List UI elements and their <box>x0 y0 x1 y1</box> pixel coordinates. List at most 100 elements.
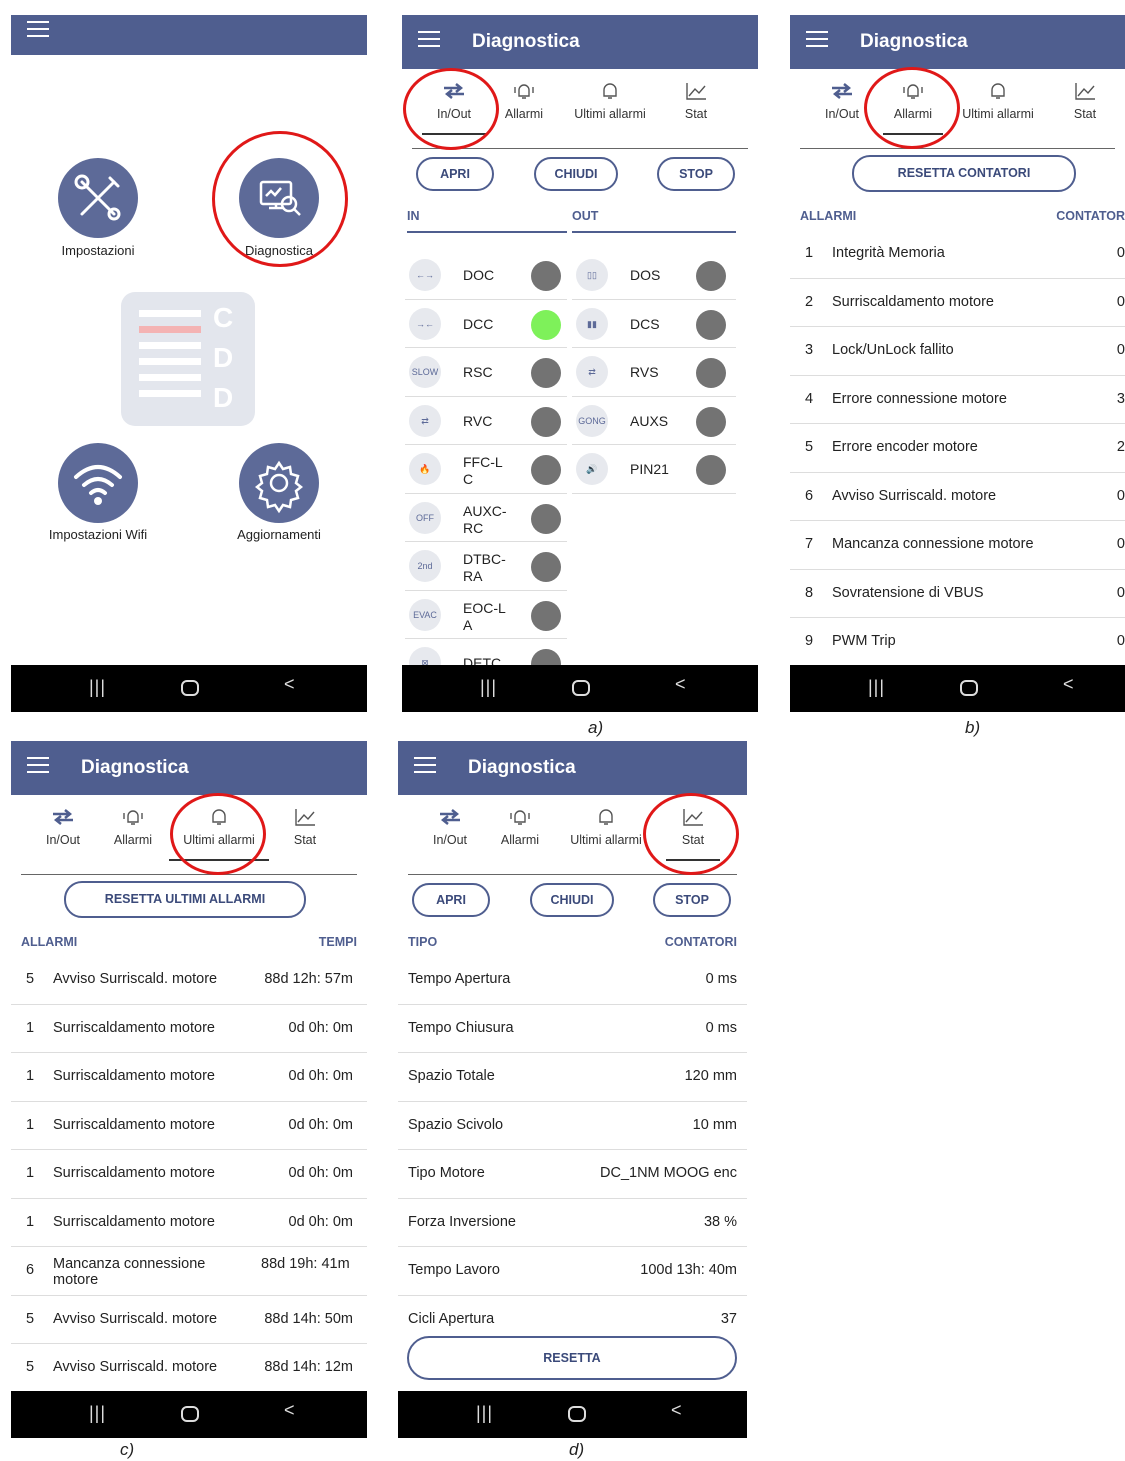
highlight-circle-ultimi <box>170 793 266 875</box>
chiudi-button[interactable]: CHIUDI <box>534 157 618 191</box>
evacuation-icon: EVAC <box>409 598 441 631</box>
list-item: Spazio Scivolo 10 mm <box>398 1102 747 1150</box>
input-dtbc: 2nd DTBC-RA <box>405 542 567 591</box>
status-led <box>696 455 726 485</box>
gear-icon <box>254 460 304 514</box>
line-chart-icon <box>686 83 706 100</box>
tab-inout[interactable]: In/Out <box>33 807 93 847</box>
appbar: Diagnostica <box>11 741 367 795</box>
input-doc: ←→ DOC <box>405 251 567 300</box>
status-led <box>696 358 726 388</box>
list-item: Forza Inversione 38 % <box>398 1199 747 1247</box>
input-dcc: →← DCC <box>405 300 567 348</box>
output-rvs: ⇄ RVS <box>572 348 736 397</box>
tab-stat[interactable]: Stat <box>282 807 328 847</box>
tab-ultimi-allarmi[interactable]: Ultimi allarmi <box>565 81 655 121</box>
list-item: 5 Avviso Surriscald. motore 88d 14h: 50m <box>11 1296 367 1344</box>
back-button[interactable]: < <box>284 674 295 695</box>
system-nav-bar: ||| < <box>402 665 758 712</box>
bell-icon <box>991 83 1005 99</box>
recent-apps-button[interactable]: ||| <box>476 1403 493 1424</box>
home-button[interactable] <box>572 680 590 696</box>
tab-stat[interactable]: Stat <box>672 81 720 121</box>
output-pin21: 🔊 PIN21 <box>572 445 736 494</box>
home-button[interactable] <box>181 1406 199 1422</box>
allarmi-column-header: ALLARMI <box>800 209 857 223</box>
list-item: 1 Surriscaldamento motore 0d 0h: 0m <box>11 1102 367 1150</box>
tab-ultimi-allarmi[interactable]: Ultimi allarmi <box>561 807 651 847</box>
caption-d: d) <box>569 1440 585 1459</box>
tipo-column-header: TIPO <box>408 935 438 949</box>
resetta-contatori-button[interactable]: RESETTA CONTATORI <box>852 155 1076 192</box>
tab-inout[interactable]: In/Out <box>812 81 872 121</box>
alarm-ringing-icon <box>514 84 534 99</box>
alarm-ringing-icon <box>123 810 143 825</box>
recent-apps-button[interactable]: ||| <box>89 677 106 698</box>
page-title: Diagnostica <box>860 31 968 52</box>
tab-allarmi[interactable]: Allarmi <box>490 807 550 847</box>
door-close-icon: →← <box>409 307 441 340</box>
logo-letter-c: C <box>213 302 234 333</box>
back-button[interactable]: < <box>284 1400 295 1421</box>
stop-button[interactable]: STOP <box>653 883 731 917</box>
tab-divider <box>800 148 1115 149</box>
line-chart-icon <box>295 809 315 826</box>
recent-apps-button[interactable]: ||| <box>868 677 885 698</box>
apri-button[interactable]: APRI <box>412 883 490 917</box>
resetta-ultimi-allarmi-button[interactable]: RESETTA ULTIMI ALLARMI <box>64 881 306 918</box>
back-button[interactable]: < <box>1063 674 1074 695</box>
slow-icon: SLOW <box>409 356 441 388</box>
chiudi-button[interactable]: CHIUDI <box>530 883 614 917</box>
contatori-column-header: CONTATORI <box>664 935 737 949</box>
tab-allarmi[interactable]: Allarmi <box>494 81 554 121</box>
out-column-header: OUT <box>572 209 599 223</box>
highlight-circle-stat <box>643 793 739 875</box>
list-item: 9 PWM Trip 0 <box>790 618 1125 667</box>
input-auxc: OFF AUXC-RC <box>405 494 567 542</box>
home-item-wifi[interactable] <box>58 443 138 523</box>
off-switch-icon: OFF <box>409 501 441 534</box>
tab-stat[interactable]: Stat <box>1062 81 1108 121</box>
recent-apps-button[interactable]: ||| <box>480 677 497 698</box>
hamburger-menu-icon[interactable] <box>414 757 436 777</box>
status-led <box>531 406 561 437</box>
tab-allarmi[interactable]: Allarmi <box>103 807 163 847</box>
logo-letter-d: D <box>213 342 234 373</box>
tab-inout[interactable]: In/Out <box>420 807 480 847</box>
home-item-impostazioni[interactable] <box>58 158 138 238</box>
home-screen: Impostazioni Diagnostica C D D Impostazi… <box>11 15 367 712</box>
list-item: Tipo Motore DC_1NM MOOG enc <box>398 1150 747 1199</box>
apri-button[interactable]: APRI <box>416 157 494 191</box>
hamburger-menu-icon[interactable] <box>27 757 49 777</box>
home-label-impostazioni: Impostazioni <box>61 243 135 258</box>
hamburger-menu-icon[interactable] <box>418 31 440 51</box>
hamburger-menu-icon[interactable] <box>806 31 828 51</box>
list-item: 1 Surriscaldamento motore 0d 0h: 0m <box>11 1199 367 1247</box>
back-button[interactable]: < <box>671 1400 682 1421</box>
stop-button[interactable]: STOP <box>657 157 735 191</box>
bell-icon <box>603 83 617 99</box>
home-label-aggiornamenti: Aggiornamenti <box>237 527 321 542</box>
hamburger-menu-icon[interactable] <box>27 21 49 41</box>
back-button[interactable]: < <box>675 674 686 695</box>
resetta-button[interactable]: RESETTA <box>407 1336 737 1380</box>
status-led <box>531 358 561 388</box>
tab-ultimi-allarmi[interactable]: Ultimi allarmi <box>953 81 1043 121</box>
tab-divider <box>21 874 357 875</box>
list-item: Tempo Lavoro 100d 13h: 40m <box>398 1247 747 1296</box>
home-button[interactable] <box>960 680 978 696</box>
speaker-icon: 🔊 <box>576 453 608 485</box>
in-column-header: IN <box>407 209 420 223</box>
system-nav-bar: ||| < <box>790 665 1125 712</box>
status-led <box>696 309 726 340</box>
home-button[interactable] <box>181 680 199 696</box>
list-item: Tempo Apertura 0 ms <box>398 956 747 1005</box>
list-item: 1 Surriscaldamento motore 0d 0h: 0m <box>11 1150 367 1199</box>
in-header-line <box>407 231 567 233</box>
recent-apps-button[interactable]: ||| <box>89 1403 106 1424</box>
home-item-aggiornamenti[interactable] <box>239 443 319 523</box>
home-appbar <box>11 15 367 55</box>
input-rvc: ⇄ RVC <box>405 397 567 445</box>
status-led <box>531 261 561 291</box>
home-button[interactable] <box>568 1406 586 1422</box>
